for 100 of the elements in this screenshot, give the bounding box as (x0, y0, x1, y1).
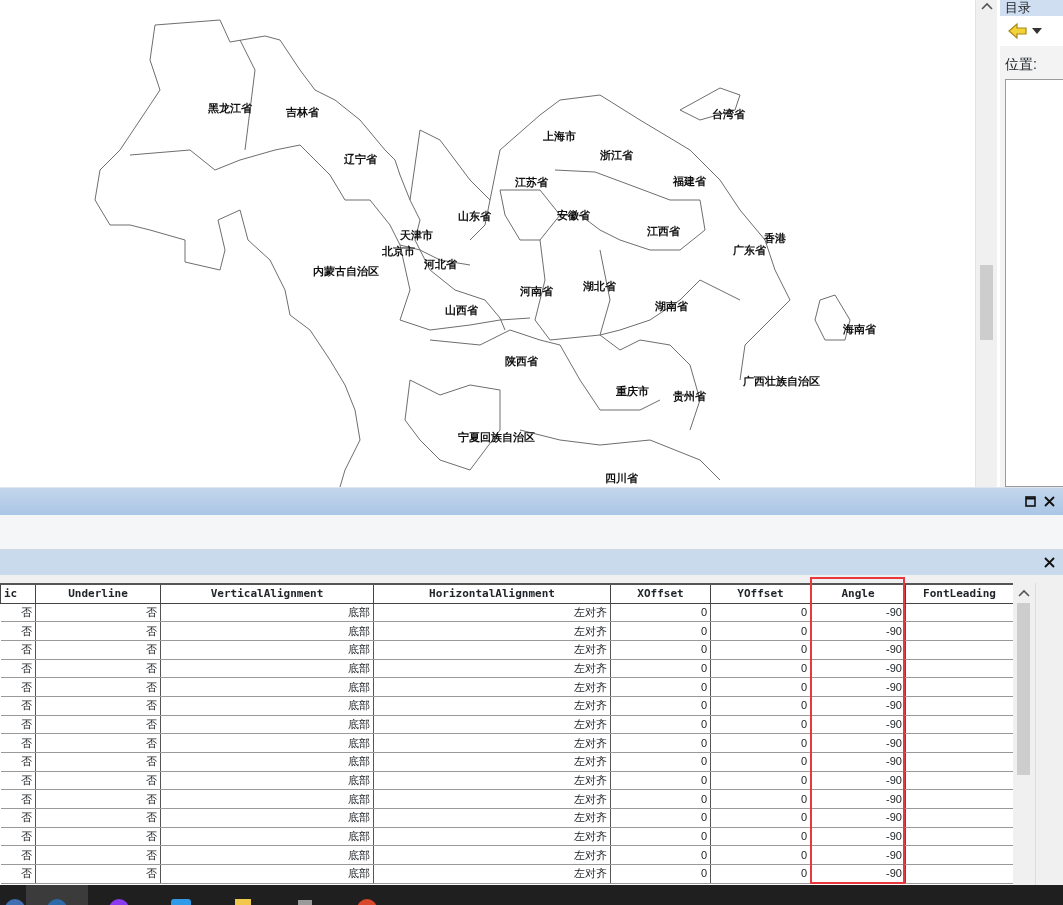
table-cell: 0 (710, 640, 811, 660)
table-cell: 0 (610, 696, 711, 716)
dropdown-button[interactable] (1032, 28, 1042, 34)
table-cell: 否 (35, 677, 161, 697)
close-button[interactable] (1044, 557, 1055, 568)
province-label: 河南省 (520, 285, 553, 298)
table-cell: 0 (710, 621, 811, 641)
table-cell: 否 (0, 733, 36, 753)
province-label: 贵州省 (673, 390, 706, 403)
scroll-up-icon[interactable] (981, 2, 993, 10)
table-cell: -90 (810, 827, 906, 846)
table-cell: -90 (810, 808, 906, 828)
table-cell: 0 (610, 845, 711, 865)
province-label: 山西省 (445, 304, 478, 317)
province-label: 浙江省 (600, 149, 633, 162)
province-label: 安徽省 (557, 209, 590, 222)
table-cell: 0 (610, 789, 711, 809)
province-label: 天津市 (400, 229, 433, 242)
province-label: 辽宁省 (344, 153, 377, 166)
province-label: 江苏省 (515, 176, 548, 189)
table-cell: 左对齐 (373, 827, 611, 846)
table-cell: 左对齐 (373, 864, 611, 884)
table-cell: 0 (710, 677, 811, 697)
table-cell: 0 (710, 752, 811, 772)
table-cell: 否 (35, 845, 161, 865)
table-cell: 否 (0, 603, 36, 622)
table-cell: 左对齐 (373, 603, 611, 622)
table-cell: -90 (810, 733, 906, 753)
table-cell: 否 (35, 789, 161, 809)
app-icon (108, 897, 130, 905)
table-cell: 否 (0, 827, 36, 846)
table-cell: -90 (810, 640, 906, 660)
column-header[interactable]: XOffset (610, 584, 711, 603)
province-label: 香港 (764, 232, 786, 244)
province-label: 陕西省 (505, 355, 538, 368)
table-cell: 底部 (160, 733, 374, 753)
scrollbar-thumb[interactable] (980, 265, 993, 340)
table-cell: 底部 (160, 771, 374, 790)
table-cell: -90 (810, 603, 906, 622)
province-label: 广西壮族自治区 (743, 375, 820, 388)
maximize-button[interactable] (1025, 496, 1036, 507)
table-cell: -90 (810, 677, 906, 697)
table-cell: -90 (810, 789, 906, 809)
table-cell: 0 (610, 677, 711, 697)
scrollbar-thumb[interactable] (1017, 603, 1030, 775)
table-cell: 左对齐 (373, 771, 611, 790)
table-cell: 0 (710, 715, 811, 734)
table-cell: -90 (810, 659, 906, 678)
column-header[interactable]: Angle (810, 584, 906, 603)
table-cell: 左对齐 (373, 808, 611, 828)
province-label: 湖南省 (655, 300, 688, 313)
table-cell: 否 (35, 715, 161, 734)
table-cell: 否 (0, 771, 36, 790)
table-cell: 左对齐 (373, 715, 611, 734)
table-cell: 否 (0, 696, 36, 716)
column-header[interactable]: ic (0, 584, 36, 603)
app-icon (46, 897, 68, 905)
location-label: 位置: (1004, 55, 1038, 74)
table-cell: -90 (810, 715, 906, 734)
caret-icon (1032, 28, 1042, 34)
table-cell: 0 (610, 752, 711, 772)
scrollbar[interactable] (975, 0, 997, 487)
table-cell: 底部 (160, 677, 374, 697)
table-cell: 0 (710, 659, 811, 678)
column-header[interactable]: Underline (35, 584, 161, 603)
province-label: 吉林省 (286, 106, 319, 119)
table-cell: 否 (35, 733, 161, 753)
close-button[interactable] (1044, 496, 1055, 507)
table-cell: 0 (710, 845, 811, 865)
column-header[interactable]: YOffset (710, 584, 811, 603)
province-label: 宁夏回族自治区 (458, 431, 535, 444)
table-cell: 否 (0, 659, 36, 678)
table-cell: 左对齐 (373, 789, 611, 809)
province-label: 黑龙江省 (208, 102, 252, 115)
table-cell: 0 (610, 864, 711, 884)
table-cell: 否 (35, 808, 161, 828)
column-header[interactable]: HorizontalAlignment (373, 584, 611, 603)
table-cell: -90 (810, 845, 906, 865)
table-cell: 否 (0, 789, 36, 809)
table-cell: 否 (0, 864, 36, 884)
scroll-up-icon[interactable] (1018, 589, 1030, 597)
app-icon (4, 897, 26, 905)
location-field[interactable] (1005, 79, 1063, 487)
table-cell: 底部 (160, 845, 374, 865)
table-cell: 底部 (160, 827, 374, 846)
table-cell: 0 (710, 808, 811, 828)
table-cell: 否 (0, 808, 36, 828)
table-cell: 否 (35, 621, 161, 641)
column-header[interactable]: VerticalAlignment (160, 584, 374, 603)
column-header[interactable]: FontLeading (905, 584, 1014, 603)
table-cell: 否 (0, 715, 36, 734)
table-cell: 底部 (160, 715, 374, 734)
back-arrow-icon (1008, 23, 1028, 39)
table-cell: 0 (610, 621, 711, 641)
province-label: 上海市 (543, 130, 576, 143)
table-cell: 左对齐 (373, 621, 611, 641)
table-cell: 0 (610, 733, 711, 753)
scrollbar[interactable] (1013, 583, 1035, 885)
province-label: 湖北省 (583, 280, 616, 293)
table-cell: 底部 (160, 659, 374, 678)
